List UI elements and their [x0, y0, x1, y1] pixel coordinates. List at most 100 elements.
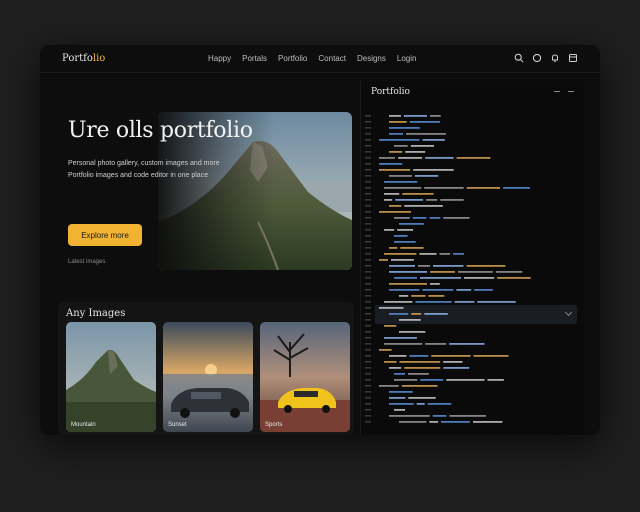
brand-logo[interactable]: Portfolio	[62, 53, 105, 64]
code-token	[379, 259, 388, 261]
code-token	[389, 391, 413, 393]
code-token	[473, 355, 509, 357]
code-token	[473, 421, 503, 423]
line-number	[365, 325, 371, 327]
code-token	[379, 169, 411, 171]
gallery-card-sunset[interactable]: Sunset	[163, 322, 253, 432]
code-token	[389, 271, 428, 273]
card-label: Sports	[265, 422, 283, 428]
code-token	[399, 295, 409, 297]
code-token	[379, 139, 420, 141]
code-token	[399, 223, 424, 225]
code-token	[394, 241, 416, 243]
code-token	[440, 199, 464, 201]
line-number	[365, 337, 371, 339]
code-token	[439, 253, 451, 255]
code-token	[425, 157, 454, 159]
hero-note: Latest images	[68, 259, 106, 265]
code-token	[443, 361, 463, 363]
code-token	[422, 139, 445, 141]
code-token	[394, 409, 405, 411]
bell-icon[interactable]	[550, 53, 560, 63]
code-token	[427, 403, 452, 405]
line-number	[365, 217, 371, 219]
code-token	[384, 361, 397, 363]
editor-title: Portfolio	[371, 87, 410, 97]
line-number	[365, 211, 371, 213]
code-token	[384, 187, 422, 189]
line-number	[365, 271, 371, 273]
code-token	[425, 343, 447, 345]
code-token	[384, 253, 417, 255]
line-number	[365, 385, 371, 387]
code-token	[422, 289, 454, 291]
code-token	[389, 415, 430, 417]
nav-item-contact[interactable]: Contact	[318, 54, 346, 63]
nav-item-login[interactable]: Login	[397, 54, 417, 63]
code-lines[interactable]	[361, 109, 585, 435]
line-number	[365, 199, 371, 201]
line-number	[365, 241, 371, 243]
code-token	[410, 145, 434, 147]
minimize-icon[interactable]	[554, 91, 560, 92]
code-token	[411, 295, 426, 297]
code-token	[403, 115, 427, 117]
code-token	[466, 265, 506, 267]
toolbar-icons	[514, 53, 578, 63]
code-token	[404, 367, 441, 369]
code-token	[394, 373, 405, 375]
code-token	[394, 235, 408, 237]
code-token	[384, 199, 393, 201]
line-number	[365, 187, 371, 189]
hero-subtitle-line-2: Portfolio images and code editor in one …	[68, 172, 209, 179]
explore-button[interactable]: Explore more	[68, 224, 142, 246]
circle-icon[interactable]	[532, 53, 542, 63]
code-token	[430, 115, 441, 117]
gallery-card-mountain[interactable]: Mountain	[66, 322, 156, 432]
code-token	[429, 217, 441, 219]
nav-item-portfolio[interactable]: Portfolio	[278, 54, 307, 63]
code-token	[408, 397, 436, 399]
line-number	[365, 283, 371, 285]
top-navigation-bar: Portfolio Happy Portals Portfolio Contac…	[40, 45, 600, 73]
menu-icon[interactable]	[568, 91, 574, 92]
line-number	[365, 343, 371, 345]
line-number	[365, 397, 371, 399]
nav-item-happy[interactable]: Happy	[208, 54, 231, 63]
code-token	[389, 403, 414, 405]
mountain-thumbnail	[66, 322, 156, 432]
code-token	[394, 379, 418, 381]
line-number	[365, 409, 371, 411]
nav-item-designs[interactable]: Designs	[357, 54, 386, 63]
code-token	[443, 217, 470, 219]
code-token	[412, 217, 427, 219]
line-number	[365, 223, 371, 225]
code-token	[415, 301, 452, 303]
code-token	[466, 187, 501, 189]
line-number	[365, 253, 371, 255]
code-token	[424, 313, 448, 315]
gallery-card-sports[interactable]: Sports	[260, 322, 350, 432]
nav-item-portals[interactable]: Portals	[242, 54, 267, 63]
code-token	[389, 367, 402, 369]
code-token	[418, 265, 431, 267]
code-token	[449, 415, 486, 417]
line-number	[365, 151, 371, 153]
code-token	[453, 253, 464, 255]
code-token	[454, 301, 475, 303]
hero-title: Ure olls portfolio	[68, 118, 253, 143]
code-token	[487, 379, 504, 381]
code-token	[384, 343, 423, 345]
window-icon[interactable]	[568, 53, 578, 63]
line-number	[365, 355, 371, 357]
code-token	[406, 133, 446, 135]
line-number	[365, 301, 371, 303]
line-number	[365, 313, 371, 315]
line-number	[365, 259, 371, 261]
code-token	[495, 271, 523, 273]
sunset-car-thumbnail	[163, 322, 253, 432]
code-token	[416, 403, 425, 405]
search-icon[interactable]	[514, 53, 524, 63]
code-token	[477, 301, 516, 303]
line-number	[365, 379, 371, 381]
